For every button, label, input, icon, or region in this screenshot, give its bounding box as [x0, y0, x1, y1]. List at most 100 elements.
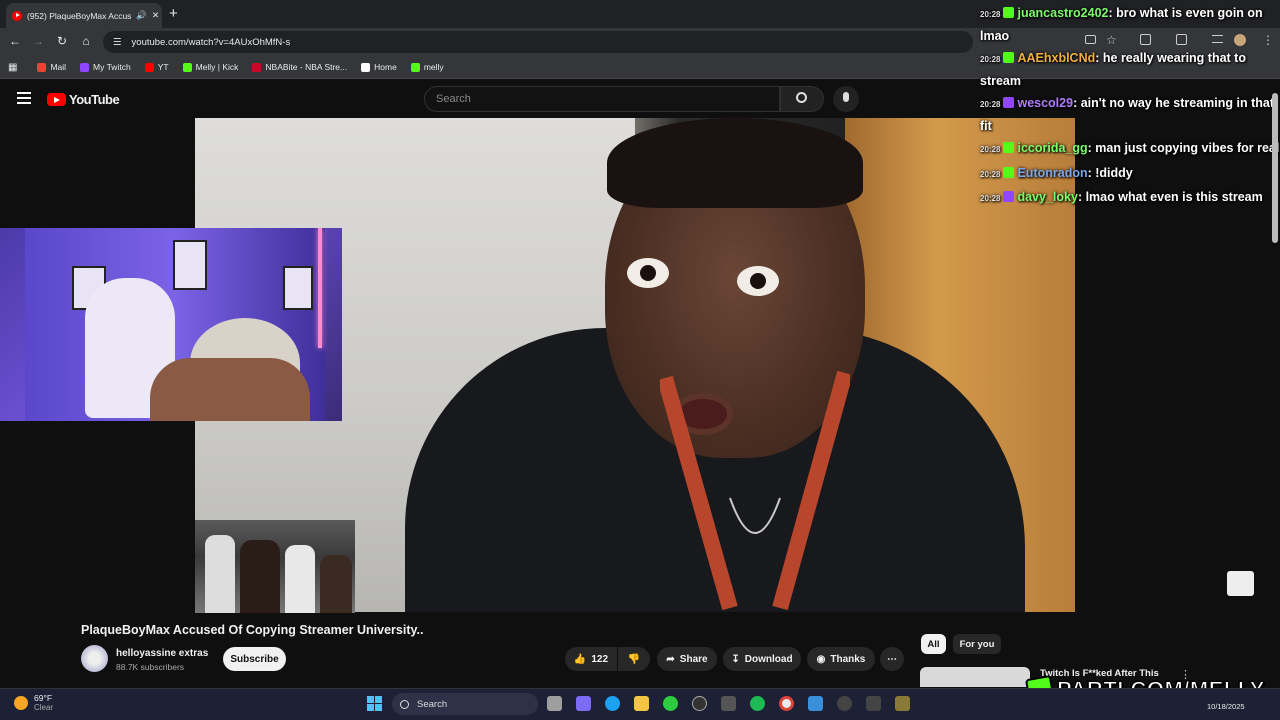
chat-username: AAEhxblCNd — [1017, 51, 1096, 65]
chat-timestamp: 20:28 — [980, 194, 1001, 203]
site-info-icon[interactable]: ☰ — [113, 37, 122, 48]
more-actions-button[interactable]: ⋯ — [880, 647, 904, 671]
channel-avatar[interactable] — [81, 645, 108, 672]
search-input[interactable]: Search — [424, 86, 780, 112]
address-bar[interactable]: ☰ youtube.com/watch?v=4AUxOhMfN-s — [103, 31, 973, 53]
video-title: PlaqueBoyMax Accused Of Copying Streamer… — [81, 623, 424, 637]
nba-icon — [252, 62, 262, 72]
url-text: youtube.com/watch?v=4AUxOhMfN-s — [131, 36, 291, 48]
kick-badge-icon — [1003, 166, 1015, 178]
download-button[interactable]: ↧ Download — [723, 647, 801, 671]
clip-person — [320, 555, 352, 613]
search-icon — [400, 699, 409, 709]
bookmark-label: Melly | Kick — [195, 62, 239, 72]
subscribe-button[interactable]: Subscribe — [223, 647, 286, 671]
apps-grid-icon[interactable]: ▦ — [8, 62, 17, 73]
bookmark-mail[interactable]: Mail — [37, 62, 66, 72]
home-icon[interactable]: ⌂ — [78, 34, 94, 48]
reload-icon[interactable]: ↻ — [54, 34, 70, 48]
twitch-icon — [80, 62, 90, 72]
video-person-eye — [627, 258, 669, 288]
weather-widget[interactable]: 69°F Clear — [14, 693, 53, 713]
like-count: 122 — [591, 653, 609, 665]
browser-tab[interactable]: (952) PlaqueBoyMax Accus 🔊 ✕ — [6, 3, 162, 28]
like-button[interactable]: 👍 122 — [565, 647, 617, 671]
photos-icon[interactable] — [808, 696, 823, 711]
chat-username: davy_loky — [1017, 190, 1078, 204]
thanks-button[interactable]: ◉ Thanks — [807, 647, 875, 671]
search-button[interactable] — [780, 86, 824, 112]
kick-badge-icon — [1003, 52, 1015, 63]
edge-icon[interactable] — [605, 696, 620, 711]
task-view-icon[interactable] — [547, 696, 562, 711]
share-icon: ➦ — [666, 653, 675, 665]
spotify-icon[interactable] — [750, 696, 765, 711]
weather-temperature: 69°F — [34, 693, 53, 703]
chip-for-you[interactable]: For you — [953, 634, 1001, 654]
clip-person — [205, 535, 235, 613]
share-button[interactable]: ➦ Share — [657, 647, 717, 671]
wall-poster — [283, 266, 313, 310]
related-video-thumbnail[interactable] — [920, 667, 1030, 687]
weather-sun-icon — [14, 696, 28, 710]
new-tab-button[interactable]: + — [169, 5, 178, 22]
thumbs-up-icon: 👍 — [573, 653, 587, 665]
chrome-icon[interactable] — [779, 696, 794, 711]
chat-timestamp: 20:28 — [980, 100, 1001, 109]
bookmark-melly-kick[interactable]: Melly | Kick — [182, 62, 239, 72]
tab-title: (952) PlaqueBoyMax Accus — [27, 10, 132, 21]
page-scrollbar[interactable] — [1272, 93, 1278, 243]
bookmark-yt[interactable]: YT — [144, 62, 169, 72]
windows-start-icon[interactable] — [367, 696, 382, 711]
subscriber-count: 88.7K subscribers — [116, 662, 185, 672]
chat-text: : !diddy — [1087, 165, 1133, 180]
kick-badge-icon — [1003, 142, 1015, 153]
store-icon[interactable] — [721, 696, 736, 711]
bookmark-label: Home — [374, 62, 397, 72]
back-arrow-icon[interactable]: ← — [7, 34, 23, 48]
channel-name[interactable]: helloyassine extras — [116, 648, 208, 659]
video-person-hair — [607, 118, 863, 208]
app-icon[interactable] — [895, 696, 910, 711]
dislike-button[interactable]: 👎 — [618, 647, 650, 671]
bookmark-my-twitch[interactable]: My Twitch — [80, 62, 131, 72]
close-tab-icon[interactable]: ✕ — [152, 10, 159, 21]
kick-icon — [182, 62, 192, 72]
video-person-eye — [737, 266, 779, 296]
video-person-lanyard — [660, 370, 850, 611]
led-light-strip — [318, 228, 322, 348]
taskbar-date: 10/18/2025 — [1207, 702, 1245, 711]
voice-search-button[interactable] — [833, 86, 859, 112]
xbox-icon[interactable] — [663, 696, 678, 711]
twitch-badge-icon — [1003, 97, 1015, 108]
file-explorer-icon[interactable] — [634, 696, 649, 711]
forward-arrow-icon[interactable]: → — [30, 34, 46, 48]
bookmark-melly[interactable]: melly — [410, 62, 444, 72]
hamburger-menu-icon[interactable] — [17, 92, 31, 104]
search-icon — [796, 92, 807, 103]
chat-message: 20:28 AAEhxblCNd: he really wearing that … — [980, 48, 1280, 91]
chat-message: 20:28 Eutonradon: !diddy — [980, 163, 1280, 186]
copilot-icon[interactable] — [576, 696, 591, 711]
app-icon[interactable] — [692, 696, 707, 711]
streamer-body — [150, 358, 310, 421]
youtube-logo[interactable]: YouTube — [47, 92, 120, 107]
bookmark-nbabite[interactable]: NBABite - NBA Stre... — [252, 62, 347, 72]
download-icon: ↧ — [731, 653, 740, 665]
bookmark-home[interactable]: Home — [361, 62, 397, 72]
app-icon[interactable] — [866, 696, 881, 711]
chat-message: 20:28 davy_loky: lmao what even is this s… — [980, 187, 1280, 210]
x-icon — [361, 62, 371, 72]
chat-message: 20:28 wescol29: ain't no way he streaming… — [980, 93, 1280, 136]
chat-text: : lmao what even is this stream — [1077, 190, 1263, 204]
youtube-logo-text: YouTube — [69, 92, 120, 107]
media-player-icon[interactable] — [837, 696, 852, 711]
speaker-icon[interactable]: 🔊 — [136, 10, 147, 21]
channel-watermark-icon[interactable] — [1227, 571, 1254, 596]
taskbar-search-input[interactable]: Search — [392, 693, 538, 715]
wall-poster — [173, 240, 207, 290]
download-label: Download — [744, 653, 793, 665]
stream-chat-overlay: 20:28 juancastro2402: bro what is even go… — [980, 3, 1280, 212]
share-label: Share — [679, 653, 708, 665]
chip-all[interactable]: All — [921, 634, 946, 654]
